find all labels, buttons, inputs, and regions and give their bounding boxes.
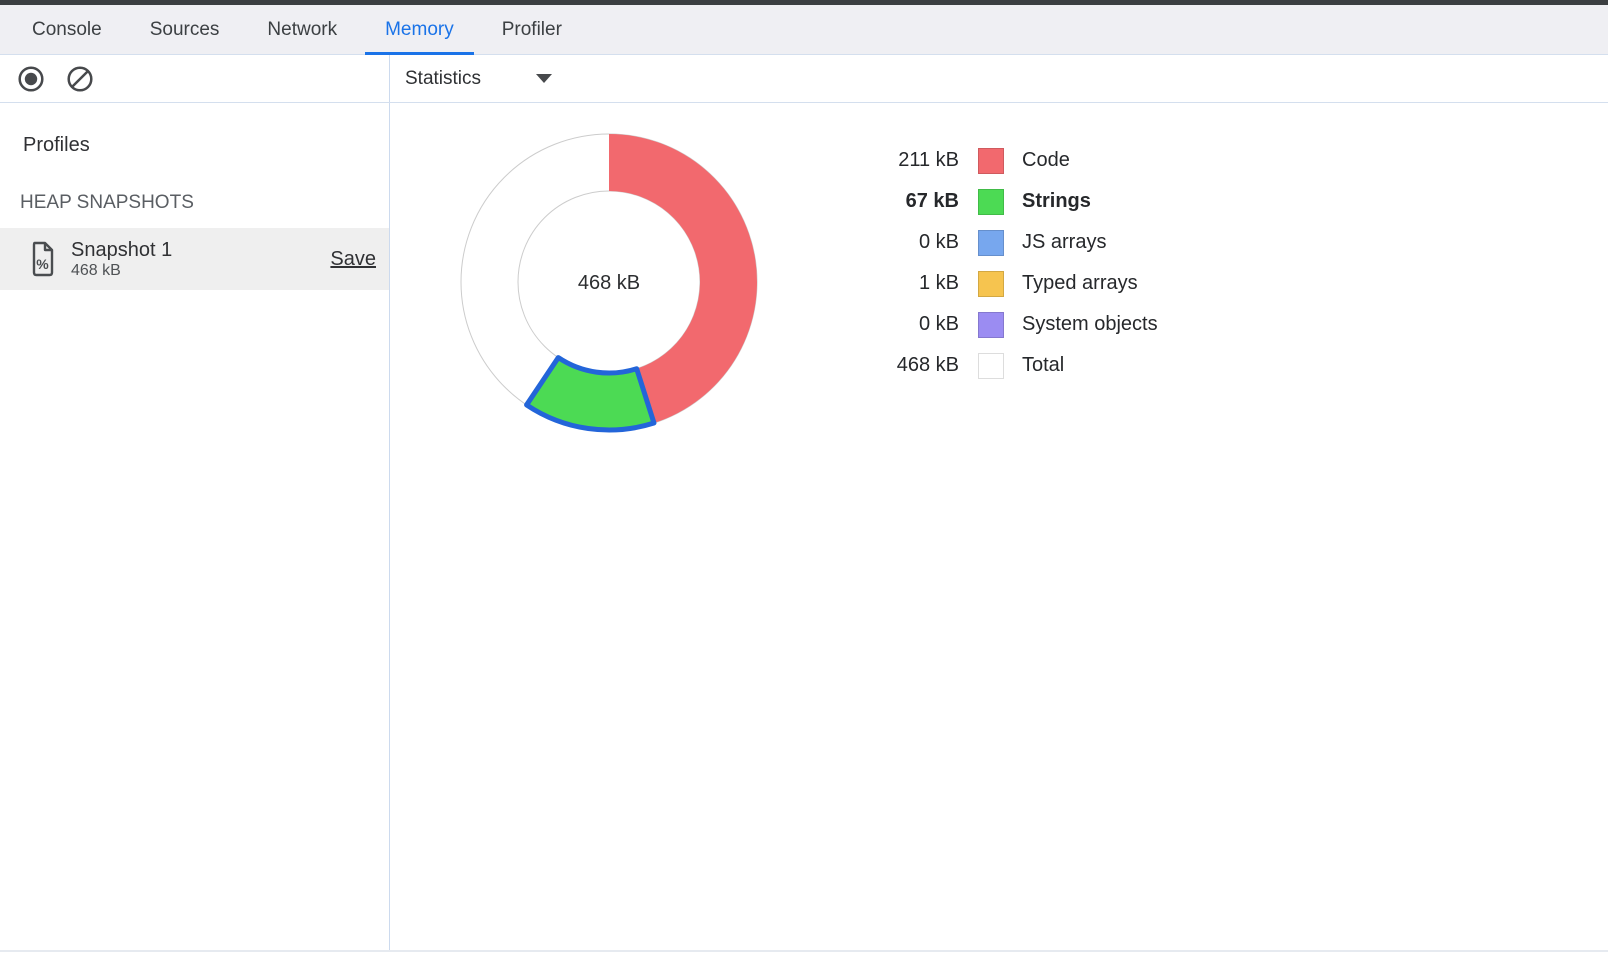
snapshot-name: Snapshot 1 — [71, 239, 330, 262]
legend-value: 0 kB — [859, 231, 959, 254]
panel-tab-bar: ConsoleSourcesNetworkMemoryProfiler — [0, 5, 1608, 55]
tab-memory[interactable]: Memory — [365, 5, 474, 54]
legend-swatch-icon — [978, 271, 1004, 297]
legend-row-typed-arrays[interactable]: 1 kB Typed arrays — [859, 263, 1158, 304]
legend-value: 67 kB — [859, 190, 959, 213]
clear-profiles-button[interactable] — [65, 64, 95, 94]
panel-content: Profiles HEAP SNAPSHOTS % Snapshot 1 468… — [0, 103, 1608, 952]
heap-statistics-donut-chart: 468 kB — [453, 126, 765, 438]
perspective-selector[interactable]: Statistics — [405, 68, 552, 90]
legend-row-code[interactable]: 211 kB Code — [859, 140, 1158, 181]
legend-value: 1 kB — [859, 272, 959, 295]
legend-swatch-icon — [978, 189, 1004, 215]
legend-swatch-icon — [978, 230, 1004, 256]
memory-toolbar: Statistics — [0, 55, 1608, 103]
tab-network[interactable]: Network — [247, 5, 357, 54]
heap-snapshots-section-title: HEAP SNAPSHOTS — [20, 192, 389, 214]
toolbar-right-section: Statistics — [390, 55, 1608, 102]
profiles-heading: Profiles — [23, 134, 389, 157]
tab-console[interactable]: Console — [12, 5, 122, 54]
donut-center-label: 468 kB — [578, 272, 640, 294]
record-heap-snapshot-button[interactable] — [16, 64, 46, 94]
legend-label: Typed arrays — [1022, 272, 1138, 295]
legend-value: 0 kB — [859, 313, 959, 336]
legend-label: Code — [1022, 149, 1070, 172]
legend-value: 468 kB — [859, 354, 959, 377]
legend-swatch-icon — [978, 312, 1004, 338]
toolbar-left-section — [0, 55, 390, 102]
legend-label: Total — [1022, 354, 1064, 377]
snapshot-meta: Snapshot 1 468 kB — [71, 239, 330, 280]
legend-label: System objects — [1022, 313, 1158, 336]
devtools-window: ConsoleSourcesNetworkMemoryProfiler Stat… — [0, 0, 1608, 954]
record-icon — [16, 64, 46, 94]
tab-sources[interactable]: Sources — [130, 5, 240, 54]
chevron-down-icon — [536, 74, 552, 83]
legend-swatch-icon — [978, 148, 1004, 174]
legend-row-js-arrays[interactable]: 0 kB JS arrays — [859, 222, 1158, 263]
legend-row-total[interactable]: 468 kB Total — [859, 345, 1158, 386]
legend-swatch-icon — [978, 353, 1004, 379]
snapshot-size: 468 kB — [71, 262, 330, 280]
bottom-divider — [0, 950, 1608, 952]
donut-slices — [525, 134, 757, 430]
clear-icon — [65, 64, 95, 94]
pie-slice-strings[interactable] — [527, 358, 654, 430]
svg-text:%: % — [36, 256, 49, 272]
statistics-view: 468 kB 211 kB Code 67 kB Strings 0 kB JS arra… — [390, 103, 1608, 952]
legend-value: 211 kB — [859, 149, 959, 172]
perspective-selector-label: Statistics — [405, 68, 481, 90]
heap-snapshot-file-icon: % — [30, 241, 56, 277]
save-snapshot-link[interactable]: Save — [330, 248, 376, 271]
profiles-sidebar: Profiles HEAP SNAPSHOTS % Snapshot 1 468… — [0, 103, 390, 952]
tab-profiler[interactable]: Profiler — [482, 5, 582, 54]
legend-row-strings[interactable]: 67 kB Strings — [859, 181, 1158, 222]
snapshot-list-item[interactable]: % Snapshot 1 468 kB Save — [0, 228, 389, 290]
heap-statistics-legend: 211 kB Code 67 kB Strings 0 kB JS arrays 1 kB T… — [859, 140, 1158, 386]
legend-label: JS arrays — [1022, 231, 1106, 254]
legend-row-system-objects[interactable]: 0 kB System objects — [859, 304, 1158, 345]
legend-label: Strings — [1022, 190, 1091, 213]
